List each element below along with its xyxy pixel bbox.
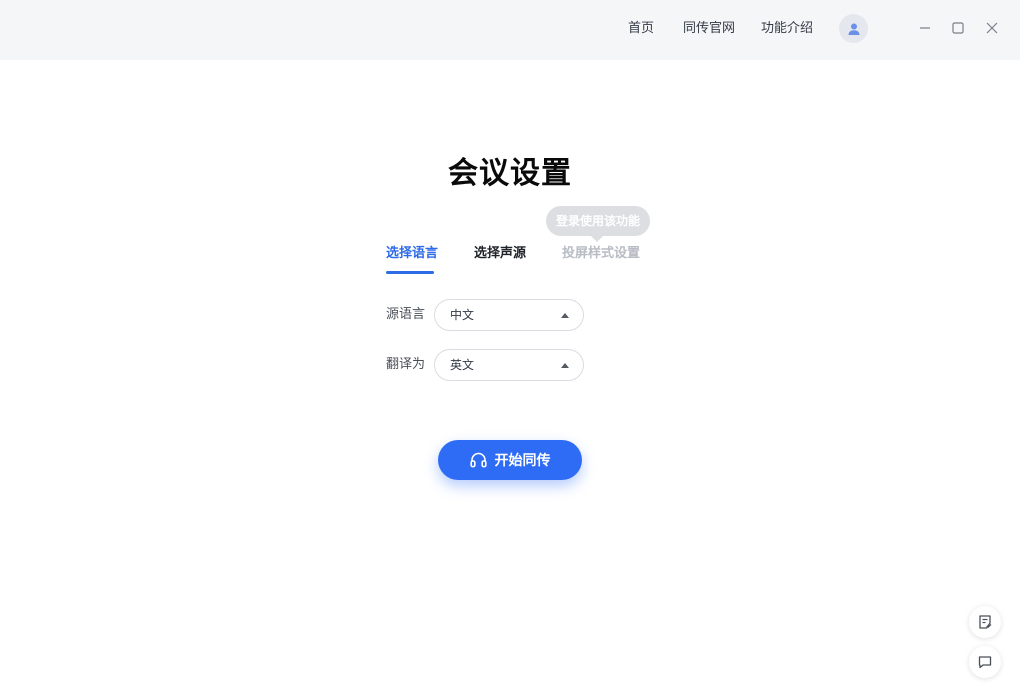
nav-home-link[interactable]: 首页 bbox=[628, 20, 654, 38]
user-avatar-button[interactable] bbox=[839, 14, 868, 43]
tab-select-audio-source[interactable]: 选择声源 bbox=[474, 245, 526, 263]
feedback-note-icon bbox=[979, 615, 992, 629]
close-icon bbox=[986, 22, 998, 34]
chat-bubble-icon bbox=[978, 656, 992, 669]
nav-features-link[interactable]: 功能介绍 bbox=[761, 20, 813, 38]
caret-up-icon bbox=[561, 363, 569, 368]
minimize-icon bbox=[920, 27, 930, 29]
user-avatar-icon bbox=[848, 23, 859, 35]
source-language-value: 中文 bbox=[450, 308, 475, 322]
caret-up-icon bbox=[561, 313, 569, 318]
active-tab-indicator bbox=[386, 271, 434, 274]
title-bar: 首页 同传官网 功能介绍 bbox=[0, 0, 1020, 60]
start-interpretation-label: 开始同传 bbox=[494, 453, 551, 469]
chat-button[interactable] bbox=[969, 646, 1001, 678]
page-title: 会议设置 bbox=[448, 156, 572, 191]
close-button[interactable] bbox=[985, 20, 999, 36]
target-language-select[interactable]: 英文 bbox=[434, 349, 584, 381]
maximize-icon bbox=[952, 22, 964, 34]
login-required-tooltip: 登录使用该功能 bbox=[546, 206, 650, 236]
start-interpretation-button[interactable]: 开始同传 bbox=[438, 440, 582, 480]
nav-official-site-link[interactable]: 同传官网 bbox=[683, 20, 735, 38]
tab-select-language[interactable]: 选择语言 bbox=[386, 245, 438, 263]
feedback-button[interactable] bbox=[969, 606, 1001, 638]
maximize-button[interactable] bbox=[951, 20, 965, 36]
source-language-select[interactable]: 中文 bbox=[434, 299, 584, 331]
minimize-button[interactable] bbox=[918, 20, 932, 36]
tab-screen-style-settings[interactable]: 投屏样式设置 bbox=[562, 245, 640, 263]
source-language-label: 源语言 bbox=[386, 307, 426, 322]
headphones-icon bbox=[469, 452, 487, 468]
target-language-value: 英文 bbox=[450, 358, 475, 372]
tooltip-arrow bbox=[591, 236, 603, 242]
target-language-label: 翻译为 bbox=[386, 357, 426, 372]
